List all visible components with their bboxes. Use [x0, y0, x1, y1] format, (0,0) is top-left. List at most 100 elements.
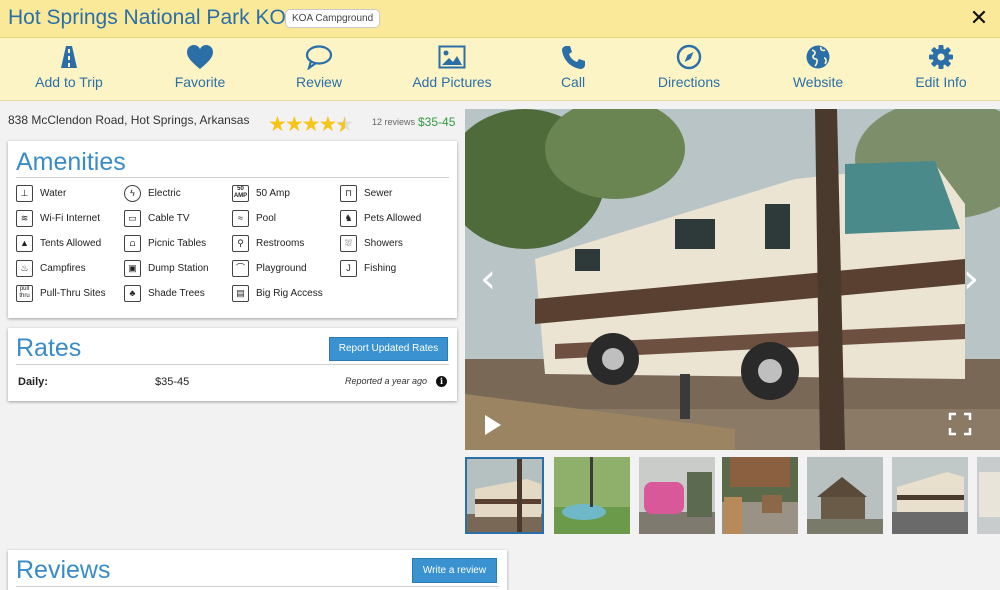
previous-photo-button[interactable]: ‹: [473, 259, 503, 299]
review-button[interactable]: Review: [288, 38, 350, 101]
thumbnail-image: [467, 459, 542, 532]
edit-info-label: Edit Info: [915, 74, 967, 90]
next-photo-button[interactable]: ›: [956, 259, 986, 299]
add-to-trip-label: Add to Trip: [35, 74, 103, 90]
thumbnail-4[interactable]: [722, 457, 801, 534]
amenity-label: Shade Trees: [148, 288, 205, 299]
edit-info-button[interactable]: Edit Info: [910, 38, 972, 101]
thumbnail-5[interactable]: [807, 457, 886, 534]
sewer-icon: ⊓: [340, 185, 357, 202]
amenity-label: Tents Allowed: [40, 238, 102, 249]
thumbnail-2[interactable]: [554, 457, 633, 534]
phone-icon: [562, 46, 585, 69]
picture-icon: [438, 45, 466, 69]
address-text: 838 McClendon Road, Hot Springs, Arkansa…: [8, 113, 250, 127]
pet-icon: ♞: [340, 210, 357, 227]
favorite-button[interactable]: Favorite: [165, 38, 235, 101]
main-photo[interactable]: ‹ ›: [465, 109, 1000, 450]
speech-bubble-icon: [305, 45, 333, 70]
rv-photo-image: [465, 109, 1000, 450]
report-updated-rates-button[interactable]: Report Updated Rates: [329, 337, 448, 361]
amenity-label: Picnic Tables: [148, 238, 207, 249]
restroom-icon: ⚲: [232, 235, 249, 252]
amenities-card: Amenities ⊥ Water ≋ Wi-Fi Internet ▲ Tents …: [8, 141, 457, 318]
half-star-icon: ★: [335, 113, 354, 136]
star-icon: ★: [284, 113, 304, 136]
thumbnail-image: [892, 457, 968, 534]
tree-icon: ♣: [124, 285, 141, 302]
review-count-link[interactable]: 12 reviews: [372, 117, 415, 127]
add-pictures-label: Add Pictures: [412, 74, 492, 90]
amenity-label: Water: [40, 188, 67, 199]
review-label: Review: [296, 74, 342, 90]
star-icon: ★: [301, 113, 321, 136]
thumbnail-1[interactable]: [465, 457, 544, 534]
thumbnail-7[interactable]: [977, 457, 1000, 534]
thumbnail-image: [807, 457, 883, 534]
amenity-label: Campfires: [40, 263, 86, 274]
rates-card: Rates Report Updated Rates Daily: $35-45…: [8, 328, 457, 401]
fishing-icon: J: [340, 260, 357, 277]
shower-icon: ⛆: [340, 235, 357, 252]
amenity-label: Playground: [256, 263, 307, 274]
reviews-card: Reviews Write a review: [8, 550, 507, 590]
amenity-label: Pets Allowed: [364, 213, 422, 224]
play-icon[interactable]: [483, 414, 503, 436]
directions-button[interactable]: Directions: [652, 38, 726, 101]
reviews-heading: Reviews: [16, 556, 111, 584]
amenity-label: Cable TV: [148, 213, 190, 224]
directions-label: Directions: [657, 74, 721, 90]
amenity-label: Electric: [148, 188, 181, 199]
thumbnail-3[interactable]: [639, 457, 718, 534]
thumbnail-strip: [465, 456, 1000, 536]
compass-icon: [676, 44, 702, 70]
heart-icon: [187, 45, 213, 69]
website-label: Website: [792, 74, 844, 90]
add-to-trip-button[interactable]: Add to Trip: [30, 38, 108, 101]
divider: [16, 586, 499, 587]
divider: [16, 364, 449, 365]
fullscreen-icon[interactable]: [948, 412, 972, 436]
road-icon: [61, 46, 77, 68]
pool-icon: ≈: [232, 210, 249, 227]
thumbnail-image: [639, 457, 715, 534]
add-pictures-button[interactable]: Add Pictures: [408, 38, 496, 101]
amenity-label: Pool: [256, 213, 277, 224]
amenity-label: Restrooms: [256, 238, 305, 249]
price-range-text: $35-45: [418, 115, 456, 129]
thumbnail-image: [554, 457, 630, 534]
close-icon[interactable]: ✕: [968, 7, 990, 29]
title-bar: Hot Springs National Park KOA KOA Campgr…: [0, 0, 1000, 38]
pull-thru-icon: pull thru: [16, 285, 33, 302]
thumbnail-6[interactable]: [892, 457, 971, 534]
amenities-heading: Amenities: [16, 148, 126, 176]
rate-reported-note: Reported a year ago: [345, 376, 428, 386]
amenity-label: 50 Amp: [256, 188, 290, 199]
amenity-label: Pull-Thru Sites: [40, 288, 106, 299]
globe-icon: [806, 45, 830, 69]
playground-icon: ⌒: [232, 260, 249, 277]
amenity-label: Fishing: [364, 263, 397, 274]
rates-heading: Rates: [16, 334, 82, 362]
call-label: Call: [560, 74, 586, 90]
rate-type-label: Daily:: [18, 376, 48, 388]
picnic-table-icon: ⩍: [124, 235, 141, 252]
tent-icon: ▲: [16, 235, 33, 252]
info-icon[interactable]: i: [436, 376, 447, 387]
call-button[interactable]: Call: [553, 38, 593, 101]
page-title: Hot Springs National Park KOA: [8, 6, 300, 29]
thumbnail-image: [722, 457, 798, 534]
amenity-label: Big Rig Access: [256, 288, 323, 299]
divider: [16, 177, 449, 178]
campfire-icon: ♨: [16, 260, 33, 277]
50-amp-icon: 50 AMP: [232, 185, 249, 202]
big-rig-icon: ▤: [232, 285, 249, 302]
action-toolbar: Add to Trip Favorite Review Add Pictures…: [0, 38, 1000, 101]
write-review-button[interactable]: Write a review: [412, 558, 497, 583]
website-button[interactable]: Website: [786, 38, 850, 101]
rate-value: $35-45: [155, 376, 190, 388]
thumbnail-image: [977, 457, 1000, 534]
star-icon: ★: [318, 113, 337, 136]
amenity-label: Wi-Fi Internet: [40, 213, 101, 224]
star-rating[interactable]: ★★★★★: [268, 112, 354, 137]
